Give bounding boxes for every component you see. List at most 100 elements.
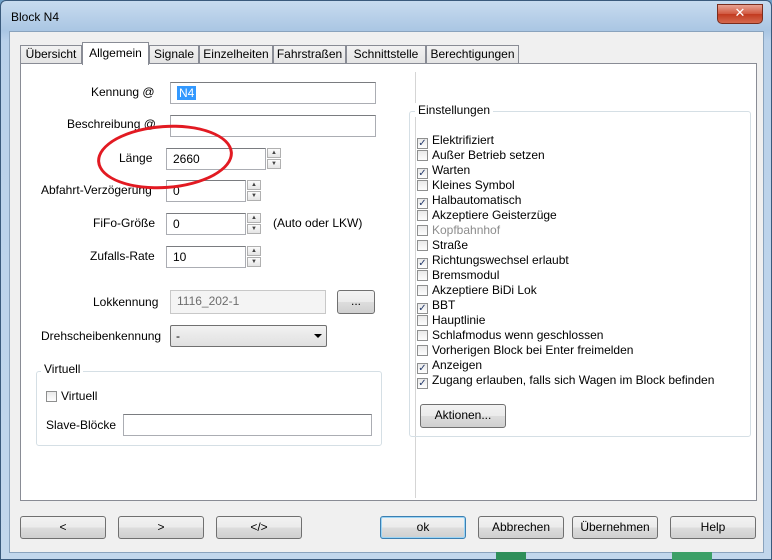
- tab-panel-allgemein: Kennung @ N4 Beschreibung @ Länge 2660 ▲…: [20, 63, 757, 501]
- spin-down-icon[interactable]: ▼: [267, 159, 281, 169]
- setting-checkbox[interactable]: Akzeptiere BiDi Lok: [417, 283, 537, 298]
- laenge-input[interactable]: 2660: [166, 148, 266, 170]
- setting-checkbox[interactable]: Kleines Symbol: [417, 178, 515, 193]
- virtuell-checkbox[interactable]: Virtuell: [46, 389, 97, 404]
- beschreibung-input[interactable]: [170, 115, 376, 137]
- previous-button[interactable]: <: [20, 516, 106, 539]
- checkbox-icon: [417, 315, 428, 326]
- kennung-input[interactable]: N4: [170, 82, 376, 104]
- taskbar-fragment: [672, 552, 712, 560]
- tab-berechtigungen[interactable]: Berechtigungen: [426, 45, 519, 64]
- chevron-down-icon: [314, 334, 322, 338]
- tab-einzelheiten[interactable]: Einzelheiten: [199, 45, 273, 64]
- setting-label: Elektrifiziert: [432, 133, 495, 147]
- slave-bloecke-input[interactable]: [123, 414, 372, 436]
- drehscheibe-value: -: [176, 329, 180, 343]
- setting-label: Richtungswechsel erlaubt: [432, 253, 569, 267]
- drehscheibe-select[interactable]: -: [170, 325, 327, 347]
- checkbox-icon: [417, 240, 428, 251]
- ok-button[interactable]: ok: [380, 516, 466, 539]
- tab-fahrstrassen[interactable]: Fahrstraßen: [273, 45, 346, 64]
- setting-checkbox[interactable]: ✓ Richtungswechsel erlaubt: [417, 253, 569, 269]
- spin-up-icon[interactable]: ▲: [247, 246, 261, 256]
- fifo-hint: (Auto oder LKW): [273, 216, 363, 230]
- einstellungen-group-title: Einstellungen: [415, 103, 494, 117]
- zufall-label: Zufalls-Rate: [90, 249, 155, 263]
- setting-checkbox[interactable]: Vorherigen Block bei Enter freimelden: [417, 343, 633, 358]
- setting-checkbox[interactable]: ✓ Zugang erlauben, falls sich Wagen im Bl…: [417, 373, 715, 389]
- setting-label: Anzeigen: [432, 358, 483, 372]
- setting-label: Kopfbahnhof: [432, 223, 501, 237]
- setting-checkbox[interactable]: Außer Betrieb setzen: [417, 148, 545, 163]
- setting-checkbox[interactable]: ✓ Halbautomatisch: [417, 193, 521, 209]
- checkbox-icon: [417, 210, 428, 221]
- setting-checkbox[interactable]: ✓ Warten: [417, 163, 471, 179]
- tab-schnittstelle[interactable]: Schnittstelle: [346, 45, 426, 64]
- fifo-label: FiFo-Größe: [93, 216, 156, 230]
- lokkennung-browse-button[interactable]: ...: [337, 290, 375, 314]
- abfahrt-spinner[interactable]: ▲ ▼: [247, 180, 261, 202]
- close-button[interactable]: ✕: [717, 4, 763, 24]
- checkbox-icon: [417, 270, 428, 281]
- setting-label: BBT: [432, 298, 456, 312]
- code-button[interactable]: </>: [216, 516, 302, 539]
- title-bar[interactable]: Block N4 ✕: [1, 1, 771, 33]
- window-title: Block N4: [11, 10, 60, 24]
- setting-checkbox[interactable]: Akzeptiere Geisterzüge: [417, 208, 557, 223]
- next-button[interactable]: >: [118, 516, 204, 539]
- drehscheibe-label: Drehscheibenkennung: [41, 329, 162, 343]
- setting-label: Akzeptiere BiDi Lok: [432, 283, 537, 297]
- setting-checkbox[interactable]: ✓ Elektrifiziert: [417, 133, 495, 149]
- setting-label: Straße: [432, 238, 469, 252]
- setting-label: Zugang erlauben, falls sich Wagen im Blo…: [432, 373, 715, 387]
- setting-label: Bremsmodul: [432, 268, 500, 282]
- spin-down-icon[interactable]: ▼: [247, 224, 261, 234]
- fifo-input[interactable]: 0: [166, 213, 246, 235]
- abfahrt-label: Abfahrt-Verzögerung: [41, 183, 152, 197]
- setting-label: Warten: [432, 163, 471, 177]
- setting-checkbox[interactable]: Bremsmodul: [417, 268, 499, 283]
- aktionen-button[interactable]: Aktionen...: [420, 404, 506, 428]
- tab-allgemein[interactable]: Allgemein: [82, 42, 149, 65]
- zufall-spinner[interactable]: ▲ ▼: [247, 246, 261, 268]
- fifo-spinner[interactable]: ▲ ▼: [247, 213, 261, 235]
- abfahrt-input[interactable]: 0: [166, 180, 246, 202]
- setting-checkbox[interactable]: ✓ BBT: [417, 298, 456, 314]
- cancel-button[interactable]: Abbrechen: [478, 516, 564, 539]
- lokkennung-input: 1116_202-1: [170, 290, 326, 314]
- einstellungen-list: ✓ Elektrifiziert Außer Betrieb setzen ✓ Wart…: [417, 133, 747, 393]
- slave-bloecke-label: Slave-Blöcke: [46, 418, 117, 432]
- lokkennung-label: Lokkennung: [93, 295, 159, 309]
- setting-checkbox[interactable]: ✓ Anzeigen: [417, 358, 483, 374]
- setting-label: Hauptlinie: [432, 313, 486, 327]
- apply-button[interactable]: Übernehmen: [572, 516, 658, 539]
- laenge-spinner[interactable]: ▲ ▼: [267, 148, 281, 170]
- checkmark-icon: ✓: [417, 378, 428, 389]
- virtuell-group-title: Virtuell: [41, 362, 84, 376]
- setting-checkbox[interactable]: Straße: [417, 238, 468, 253]
- dialog-window: Block N4 ✕ Übersicht Allgemein Signale E…: [0, 0, 772, 560]
- setting-checkbox[interactable]: Schlafmodus wenn geschlossen: [417, 328, 603, 343]
- spin-down-icon[interactable]: ▼: [247, 257, 261, 267]
- dialog-body: Übersicht Allgemein Signale Einzelheiten…: [9, 31, 764, 553]
- checkbox-icon: [417, 285, 428, 296]
- setting-label: Akzeptiere Geisterzüge: [432, 208, 557, 222]
- zufall-input[interactable]: 10: [166, 246, 246, 268]
- setting-label: Kleines Symbol: [432, 178, 515, 192]
- setting-label: Außer Betrieb setzen: [432, 148, 545, 162]
- spin-up-icon[interactable]: ▲: [247, 213, 261, 223]
- spin-up-icon[interactable]: ▲: [267, 148, 281, 158]
- spin-up-icon[interactable]: ▲: [247, 180, 261, 190]
- spin-down-icon[interactable]: ▼: [247, 191, 261, 201]
- tab-uebersicht[interactable]: Übersicht: [20, 45, 82, 64]
- checkbox-icon: [417, 180, 428, 191]
- setting-checkbox: Kopfbahnhof: [417, 223, 500, 238]
- beschreibung-label: Beschreibung @: [67, 117, 156, 131]
- kennung-label: Kennung @: [91, 85, 155, 99]
- help-button[interactable]: Help: [670, 516, 756, 539]
- kennung-value: N4: [177, 86, 197, 100]
- setting-checkbox[interactable]: Hauptlinie: [417, 313, 485, 328]
- checkbox-icon: [417, 150, 428, 161]
- checkbox-icon: [417, 330, 428, 341]
- tab-signale[interactable]: Signale: [149, 45, 199, 64]
